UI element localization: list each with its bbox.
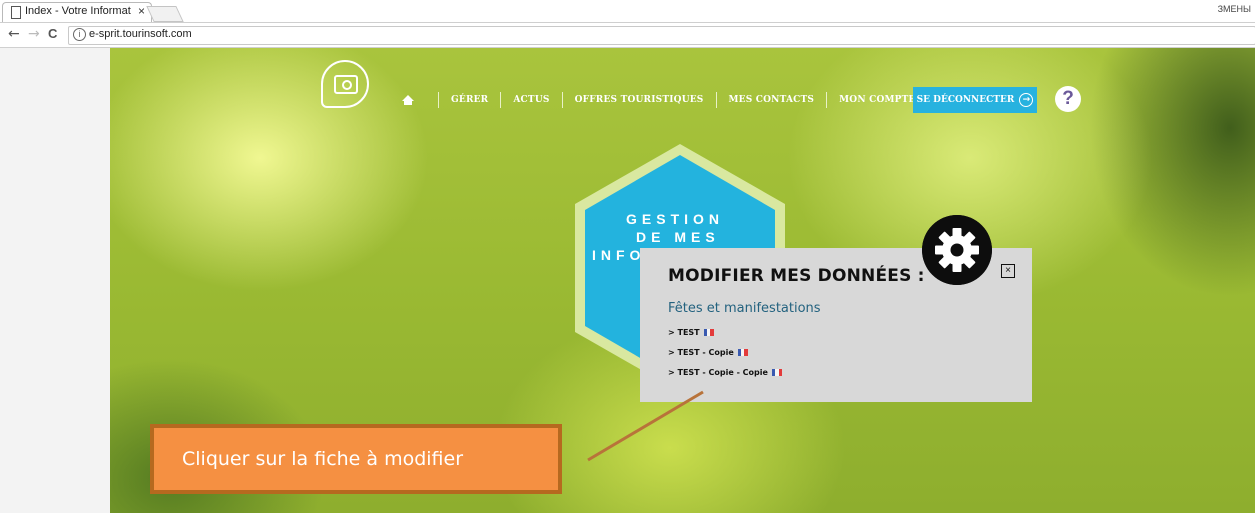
annotation-callout: Cliquer sur la fiche à modifier <box>150 424 562 494</box>
